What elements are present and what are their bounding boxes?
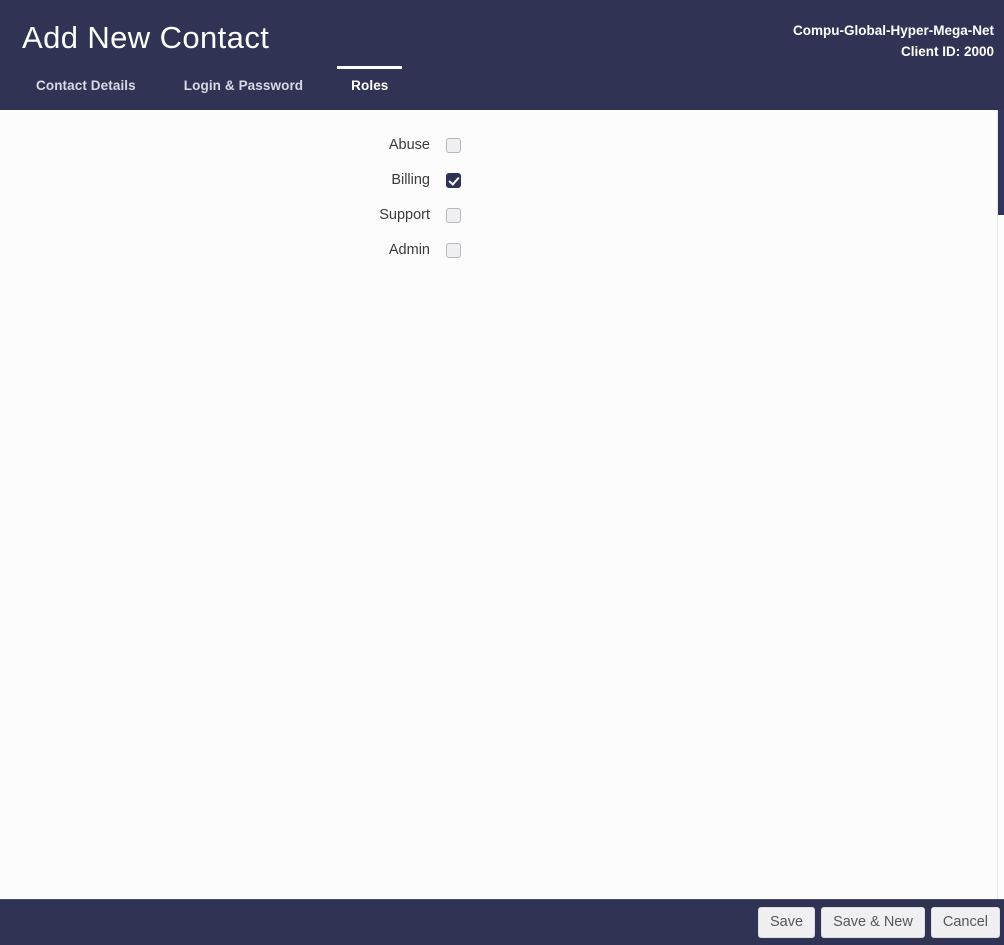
save-button[interactable]: Save [758,907,816,938]
role-row-abuse: Abuse [0,128,1004,163]
tab-bar: Contact Details Login & Password Roles [22,66,403,110]
role-checkbox-billing[interactable] [446,173,461,188]
tab-login-password[interactable]: Login & Password [170,66,317,107]
client-name: Compu-Global-Hyper-Mega-Net [792,23,994,38]
roles-form: Abuse Billing Support Admin [0,110,1004,268]
role-label-admin: Admin [388,242,430,258]
role-checkbox-support[interactable] [446,208,461,223]
save-and-new-button[interactable]: Save & New [821,907,925,938]
tab-roles[interactable]: Roles [337,66,403,107]
role-label-abuse: Abuse [388,137,430,153]
role-checkbox-abuse[interactable] [446,138,461,153]
cancel-button[interactable]: Cancel [930,907,1000,938]
role-row-billing: Billing [0,163,1004,198]
client-info: Compu-Global-Hyper-Mega-Net Client ID: 2… [793,20,994,62]
page-title: Add New Contact [22,20,270,55]
page-scrollbar[interactable] [997,110,1004,899]
tab-contact-details[interactable]: Contact Details [22,66,150,107]
role-label-billing: Billing [391,172,430,188]
page-scrollbar-thumb[interactable] [998,110,1004,215]
role-row-admin: Admin [0,233,1004,268]
role-label-support: Support [379,207,430,223]
page-header: Add New Contact Compu-Global-Hyper-Mega-… [0,0,1004,110]
roles-panel: Abuse Billing Support Admin [0,110,1004,899]
page-footer: Save Save & New Cancel [0,899,1004,945]
role-row-support: Support [0,198,1004,233]
role-checkbox-admin[interactable] [446,243,461,258]
add-new-contact-page: Add New Contact Compu-Global-Hyper-Mega-… [0,0,1004,945]
client-id: Client ID: 2000 [900,44,994,59]
